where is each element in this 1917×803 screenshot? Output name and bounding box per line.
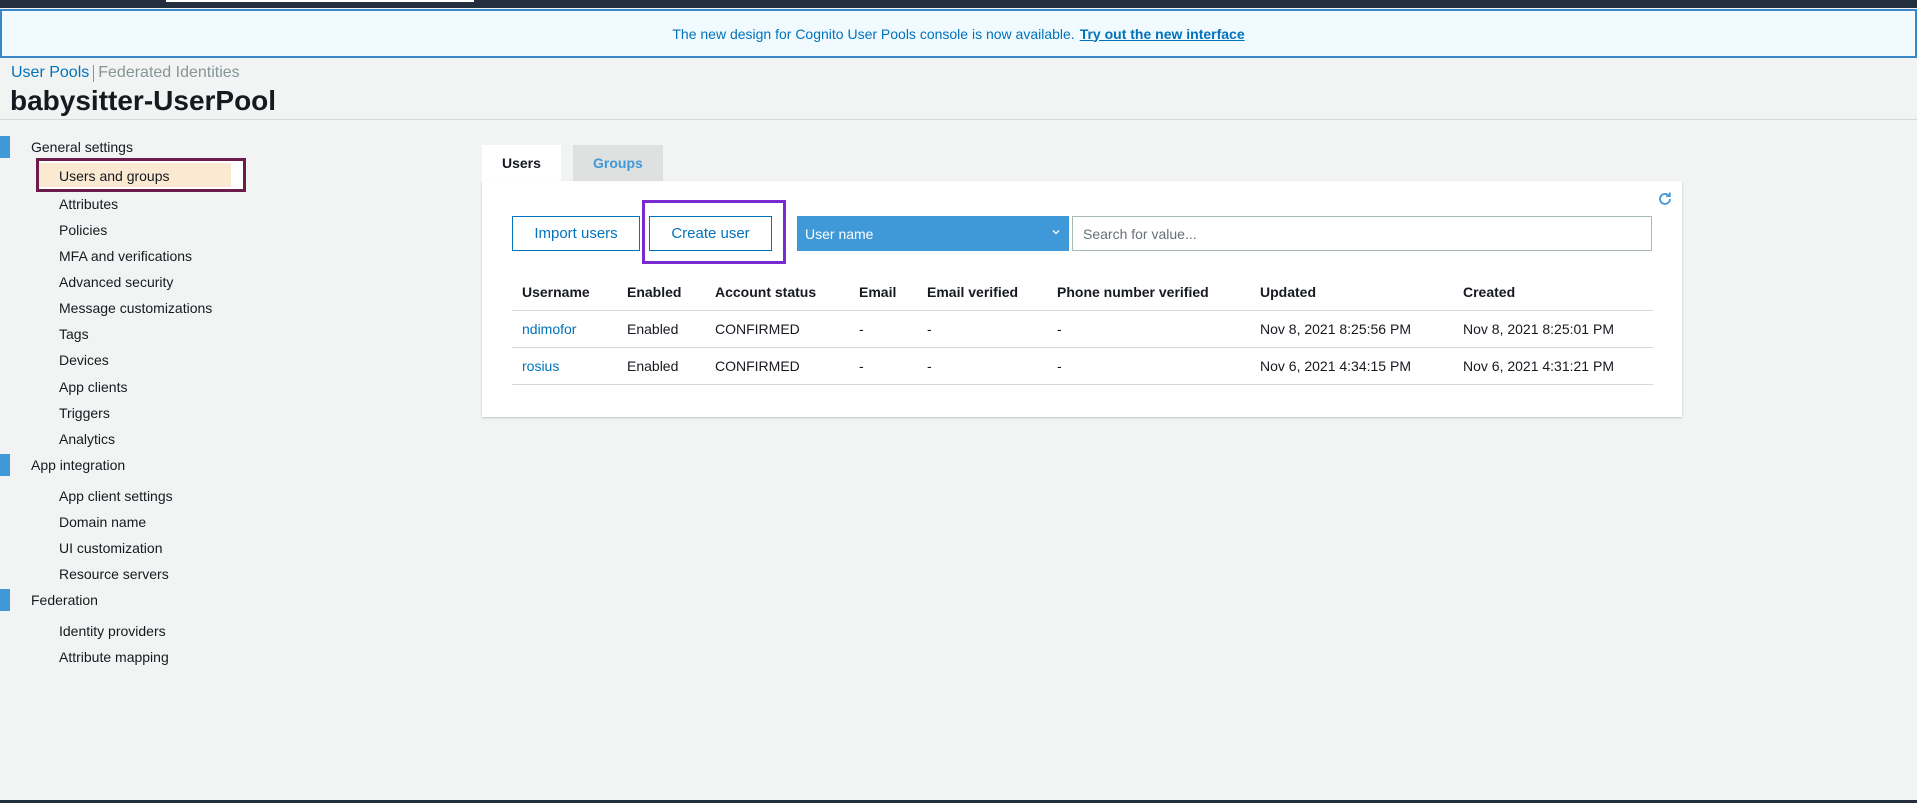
table-header-row: Username Enabled Account status Email Em… xyxy=(512,274,1653,311)
sidebar-item-resource-servers[interactable]: Resource servers xyxy=(59,564,169,584)
cell-account-status: CONFIRMED xyxy=(705,310,849,348)
search-input[interactable] xyxy=(1072,216,1652,251)
tab-groups[interactable]: Groups xyxy=(572,145,663,181)
cell-username: ndimofor xyxy=(512,310,617,348)
tab-users[interactable]: Users xyxy=(482,145,561,181)
page-title: babysitter-UserPool xyxy=(10,85,277,116)
create-user-button[interactable]: Create user xyxy=(649,216,772,251)
sidebar-section-app-integration[interactable]: App integration xyxy=(0,454,260,476)
breadcrumb-separator xyxy=(93,64,95,82)
table-row: rosius Enabled CONFIRMED - - - Nov 6, 20… xyxy=(512,347,1653,385)
cell-email: - xyxy=(849,310,917,348)
sidebar-item-domain-name[interactable]: Domain name xyxy=(59,512,146,532)
sidebar-item-label: Users and groups xyxy=(59,168,170,184)
new-design-banner: The new design for Cognito User Pools co… xyxy=(0,9,1917,58)
sidebar-item-app-client-settings[interactable]: App client settings xyxy=(59,486,173,506)
cell-enabled: Enabled xyxy=(617,347,705,385)
cell-phone-verified: - xyxy=(1047,347,1250,385)
column-header-email-verified[interactable]: Email verified xyxy=(917,274,1047,311)
breadcrumb-user-pools[interactable]: User Pools xyxy=(11,64,89,82)
sidebar-item-ui-customization[interactable]: UI customization xyxy=(59,538,162,558)
breadcrumb: User Pools Federated Identities xyxy=(11,64,240,82)
sidebar-item-users-and-groups[interactable]: Users and groups xyxy=(36,158,246,192)
select-value: User name xyxy=(805,225,874,242)
sidebar-item-triggers[interactable]: Triggers xyxy=(59,403,110,423)
refresh-icon[interactable] xyxy=(1657,191,1673,207)
column-header-enabled[interactable]: Enabled xyxy=(617,274,705,311)
sidebar-item-devices[interactable]: Devices xyxy=(59,350,109,370)
top-nav-bar xyxy=(0,0,1917,8)
cell-enabled: Enabled xyxy=(617,310,705,348)
cell-created: Nov 8, 2021 8:25:01 PM xyxy=(1453,310,1653,348)
section-marker xyxy=(0,589,10,611)
sidebar-item-message-customizations[interactable]: Message customizations xyxy=(59,298,212,318)
search-attribute-select[interactable]: User name xyxy=(797,216,1069,251)
sidebar-section-label: General settings xyxy=(31,139,133,155)
cell-phone-verified: - xyxy=(1047,310,1250,348)
sidebar-section-label: App integration xyxy=(31,457,126,473)
sidebar-item-mfa-and-verifications[interactable]: MFA and verifications xyxy=(59,246,192,266)
try-new-interface-link[interactable]: Try out the new interface xyxy=(1080,26,1245,42)
cell-updated: Nov 6, 2021 4:34:15 PM xyxy=(1250,347,1453,385)
sidebar-item-attributes[interactable]: Attributes xyxy=(59,194,118,214)
sidebar-section-federation[interactable]: Federation xyxy=(0,589,260,611)
cell-updated: Nov 8, 2021 8:25:56 PM xyxy=(1250,310,1453,348)
sidebar-item-identity-providers[interactable]: Identity providers xyxy=(59,621,166,641)
section-marker xyxy=(0,454,10,476)
top-nav-search-stub[interactable] xyxy=(166,0,474,2)
sidebar-item-attribute-mapping[interactable]: Attribute mapping xyxy=(59,647,169,667)
banner-text: The new design for Cognito User Pools co… xyxy=(672,25,1075,42)
column-header-created[interactable]: Created xyxy=(1453,274,1653,311)
table-row: ndimofor Enabled CONFIRMED - - - Nov 8, … xyxy=(512,310,1653,348)
sidebar-section-label: Federation xyxy=(31,592,98,608)
cell-account-status: CONFIRMED xyxy=(705,347,849,385)
sidebar-item-policies[interactable]: Policies xyxy=(59,220,107,240)
cell-email: - xyxy=(849,347,917,385)
users-groups-tabs: Users Groups xyxy=(482,145,663,181)
sidebar-item-advanced-security[interactable]: Advanced security xyxy=(59,272,173,292)
cell-created: Nov 6, 2021 4:31:21 PM xyxy=(1453,347,1653,385)
username-link[interactable]: ndimofor xyxy=(522,321,576,337)
chevron-down-icon xyxy=(1052,230,1060,235)
users-panel: Import users Create user User name Usern… xyxy=(482,181,1682,417)
column-header-email[interactable]: Email xyxy=(849,274,917,311)
section-marker xyxy=(0,136,10,158)
column-header-account-status[interactable]: Account status xyxy=(705,274,849,311)
breadcrumb-federated-identities[interactable]: Federated Identities xyxy=(98,64,239,82)
sidebar-item-analytics[interactable]: Analytics xyxy=(59,429,115,449)
title-divider xyxy=(0,119,1917,120)
column-header-username[interactable]: Username xyxy=(512,274,617,311)
sidebar-section-general-settings[interactable]: General settings xyxy=(0,136,260,158)
sidebar-item-app-clients[interactable]: App clients xyxy=(59,377,127,397)
cell-username: rosius xyxy=(512,347,617,385)
import-users-button[interactable]: Import users xyxy=(512,216,640,251)
cell-email-verified: - xyxy=(917,347,1047,385)
sidebar-item-tags[interactable]: Tags xyxy=(59,324,89,344)
cell-email-verified: - xyxy=(917,310,1047,348)
username-link[interactable]: rosius xyxy=(522,358,559,374)
column-header-updated[interactable]: Updated xyxy=(1250,274,1453,311)
users-table: Username Enabled Account status Email Em… xyxy=(512,274,1653,385)
column-header-phone-number-verified[interactable]: Phone number verified xyxy=(1047,274,1250,311)
